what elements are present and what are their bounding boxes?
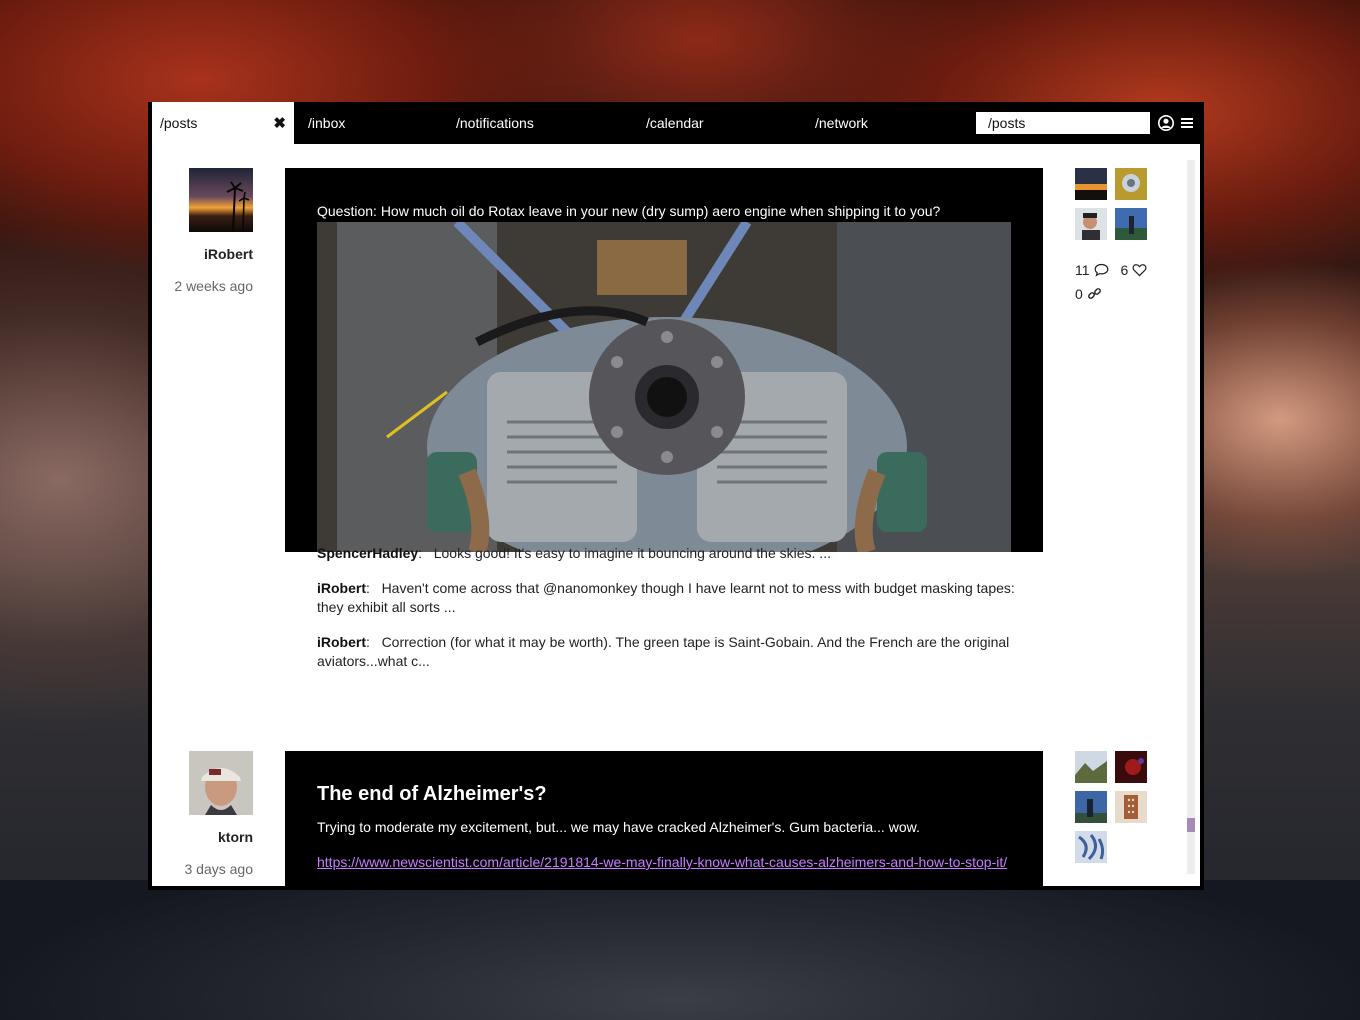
share-count[interactable]: 0 bbox=[1075, 286, 1102, 302]
avatar[interactable] bbox=[189, 751, 253, 815]
scrollbar-thumb[interactable] bbox=[1187, 818, 1195, 832]
like-count[interactable]: 6 bbox=[1120, 262, 1147, 278]
tab-network[interactable]: /network bbox=[815, 102, 868, 144]
app-window: /posts ✖ /inbox /notifications /calendar… bbox=[148, 102, 1204, 890]
avatar[interactable] bbox=[189, 168, 253, 232]
comment[interactable]: iRobert: Haven't come across that @nanom… bbox=[317, 579, 1017, 617]
link-icon bbox=[1087, 288, 1101, 299]
heart-icon bbox=[1132, 264, 1147, 277]
search-input[interactable] bbox=[976, 112, 1150, 134]
participant-avatar[interactable] bbox=[1075, 791, 1107, 823]
comment-author[interactable]: iRobert bbox=[317, 580, 366, 596]
comment[interactable]: SpencerHadley: Looks good! It's easy to … bbox=[317, 544, 1017, 563]
participant-avatar[interactable] bbox=[1115, 208, 1147, 240]
post-author[interactable]: ktorn bbox=[152, 829, 253, 845]
top-navigation-bar: /posts ✖ /inbox /notifications /calendar… bbox=[148, 102, 1204, 144]
comment-text: Correction (for what it may be worth). T… bbox=[317, 634, 1010, 669]
participant-avatar[interactable] bbox=[1075, 831, 1107, 863]
post-card[interactable]: Question: How much oil do Rotax leave in… bbox=[285, 168, 1043, 552]
engine-photo[interactable] bbox=[317, 222, 1011, 552]
tab-notifications[interactable]: /notifications bbox=[456, 102, 534, 144]
tab-posts-label: /posts bbox=[160, 115, 198, 131]
comment-author[interactable]: iRobert bbox=[317, 634, 366, 650]
post-title: The end of Alzheimer's? bbox=[317, 783, 547, 805]
scrollbar[interactable] bbox=[1187, 160, 1195, 874]
post-text: Trying to moderate my excitement, but...… bbox=[317, 819, 920, 835]
tab-calendar[interactable]: /calendar bbox=[646, 102, 704, 144]
post-timestamp[interactable]: 3 days ago bbox=[152, 861, 254, 877]
close-icon[interactable]: ✖ bbox=[273, 102, 286, 145]
comment-text: Haven't come across that @nanomonkey tho… bbox=[317, 580, 1015, 615]
speech-bubble-icon bbox=[1094, 263, 1108, 277]
participant-avatar[interactable] bbox=[1075, 208, 1107, 240]
comment-list: SpencerHadley: Looks good! It's easy to … bbox=[317, 544, 1017, 687]
comment[interactable]: iRobert: Correction (for what it may be … bbox=[317, 633, 1017, 671]
participant-avatar[interactable] bbox=[1075, 751, 1107, 783]
post-timestamp[interactable]: 2 weeks ago bbox=[152, 278, 253, 294]
posts-feed[interactable]: iRobert 2 weeks ago Question: How much o… bbox=[152, 144, 1200, 886]
hamburger-menu-icon[interactable] bbox=[1178, 114, 1196, 132]
post-author[interactable]: iRobert bbox=[152, 246, 253, 262]
post-stats: 11 6 0 bbox=[1075, 262, 1155, 302]
post-card[interactable]: The end of Alzheimer's? Trying to modera… bbox=[285, 751, 1043, 886]
tab-inbox[interactable]: /inbox bbox=[308, 102, 345, 144]
participant-avatar[interactable] bbox=[1075, 168, 1107, 200]
participant-avatar[interactable] bbox=[1115, 791, 1147, 823]
participant-avatar[interactable] bbox=[1115, 751, 1147, 783]
post-text: Question: How much oil do Rotax leave in… bbox=[317, 203, 941, 219]
post-link[interactable]: https://www.newscientist.com/article/219… bbox=[317, 854, 1007, 870]
user-circle-icon[interactable] bbox=[1157, 114, 1175, 132]
comment-text: Looks good! It's easy to imagine it boun… bbox=[433, 545, 831, 561]
tab-posts[interactable]: /posts ✖ bbox=[152, 102, 294, 144]
comment-author[interactable]: SpencerHadley bbox=[317, 545, 418, 561]
comment-count[interactable]: 11 bbox=[1075, 262, 1109, 278]
desktop-background-ground bbox=[0, 880, 1360, 1020]
participant-avatar[interactable] bbox=[1115, 168, 1147, 200]
